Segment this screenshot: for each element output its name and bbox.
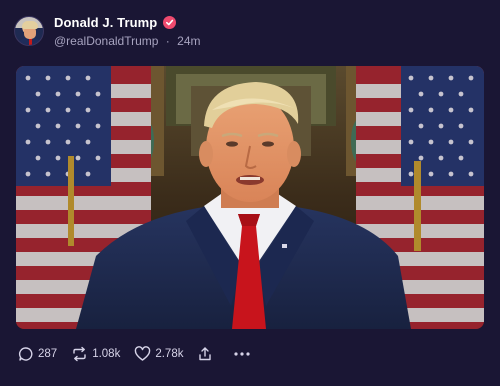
avatar[interactable] [14, 15, 44, 46]
share-icon [197, 346, 213, 362]
heart-icon [134, 346, 151, 362]
share-button[interactable] [197, 346, 213, 362]
video-frame[interactable] [16, 66, 484, 329]
repost-icon [71, 346, 88, 362]
like-button[interactable]: 2.78k [134, 346, 183, 362]
reply-button[interactable]: 287 [18, 346, 57, 362]
like-count: 2.78k [155, 348, 184, 360]
post-time[interactable]: 24m [177, 34, 200, 48]
separator: · [165, 34, 170, 48]
verified-badge-icon [163, 15, 177, 29]
reply-count: 287 [38, 348, 58, 360]
more-button[interactable] [233, 346, 251, 362]
post-header: Donald J. Trump @realDonaldTrump · 24m [14, 12, 200, 49]
repost-button[interactable]: 1.08k [71, 346, 120, 362]
repost-count: 1.08k [92, 348, 121, 360]
reply-icon [18, 346, 34, 362]
author-display-name[interactable]: Donald J. Trump [54, 15, 157, 30]
author-handle[interactable]: @realDonaldTrump [54, 34, 158, 48]
author-info: Donald J. Trump @realDonaldTrump · 24m [54, 12, 200, 49]
post-card: Donald J. Trump @realDonaldTrump · 24m 2… [0, 0, 500, 386]
post-actions: 287 1.08k 2.78k [18, 344, 265, 364]
more-icon [233, 346, 251, 362]
